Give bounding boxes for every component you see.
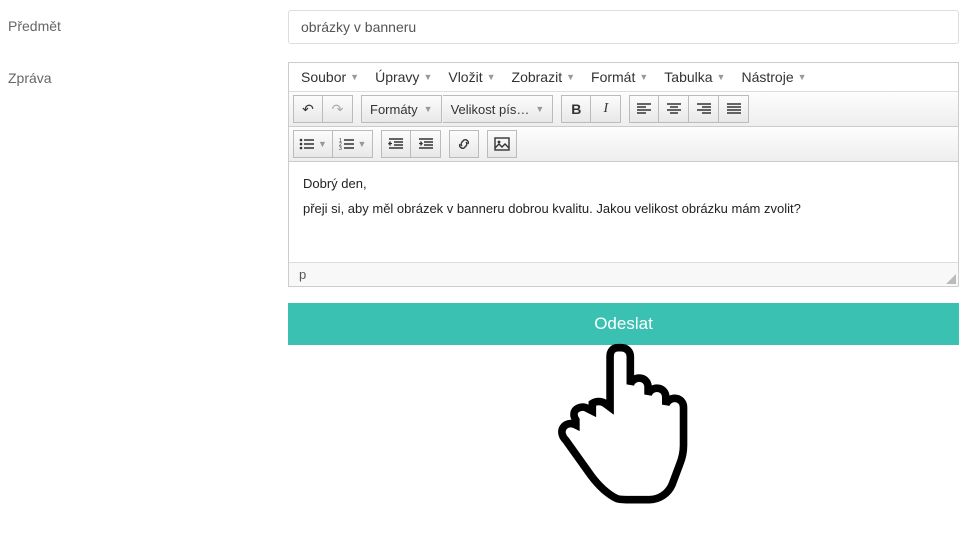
fontsize-dropdown[interactable]: Velikost pís…▼ — [443, 95, 554, 123]
align-center-icon — [666, 102, 682, 116]
menu-view[interactable]: Zobrazit▼ — [512, 69, 576, 85]
align-left-icon — [636, 102, 652, 116]
editor-menubar: Soubor▼ Úpravy▼ Vložit▼ Zobrazit▼ Formát… — [289, 63, 958, 92]
body-line: přeji si, aby měl obrázek v banneru dobr… — [303, 197, 944, 222]
indent-button[interactable] — [411, 130, 441, 158]
align-right-icon — [696, 102, 712, 116]
link-button[interactable] — [449, 130, 479, 158]
caret-down-icon: ▼ — [566, 72, 575, 82]
formats-dropdown[interactable]: Formáty▼ — [361, 95, 442, 123]
caret-down-icon: ▼ — [350, 72, 359, 82]
italic-icon: I — [603, 101, 608, 117]
link-icon — [456, 136, 472, 152]
svg-text:3: 3 — [339, 146, 342, 151]
menu-format[interactable]: Formát▼ — [591, 69, 648, 85]
menu-table[interactable]: Tabulka▼ — [664, 69, 725, 85]
indent-icon — [418, 137, 434, 151]
undo-icon: ↶ — [302, 101, 314, 118]
caret-down-icon: ▼ — [424, 104, 433, 114]
pointer-hand-icon — [544, 335, 704, 525]
body-line: Dobrý den, — [303, 172, 944, 197]
editor-toolbar-row-1: ↶ ↷ Formáty▼ Velikost pís…▼ B I — [289, 92, 958, 127]
caret-down-icon: ▼ — [535, 104, 544, 114]
outdent-icon — [388, 137, 404, 151]
subject-input[interactable] — [288, 10, 959, 44]
resize-handle-icon[interactable] — [946, 274, 956, 284]
caret-down-icon: ▼ — [318, 139, 327, 149]
align-justify-button[interactable] — [719, 95, 749, 123]
bullet-list-icon — [299, 137, 315, 151]
element-path[interactable]: p — [299, 267, 306, 282]
message-label: Zpráva — [8, 62, 288, 528]
align-right-button[interactable] — [689, 95, 719, 123]
align-justify-icon — [726, 102, 742, 116]
rich-text-editor: Soubor▼ Úpravy▼ Vložit▼ Zobrazit▼ Formát… — [288, 62, 959, 287]
message-row: Zpráva Soubor▼ Úpravy▼ Vložit▼ Zobrazit▼… — [8, 62, 959, 528]
menu-edit[interactable]: Úpravy▼ — [375, 69, 432, 85]
caret-down-icon: ▼ — [423, 72, 432, 82]
image-button[interactable] — [487, 130, 517, 158]
subject-row: Předmět — [8, 10, 959, 44]
align-center-button[interactable] — [659, 95, 689, 123]
caret-down-icon: ▼ — [798, 72, 807, 82]
italic-button[interactable]: I — [591, 95, 621, 123]
cursor-overlay — [288, 335, 959, 528]
editor-toolbar-row-2: ▼ 123 ▼ — [289, 127, 958, 162]
editor-statusbar: p — [289, 262, 958, 286]
number-list-button[interactable]: 123 ▼ — [333, 130, 373, 158]
menu-insert[interactable]: Vložit▼ — [448, 69, 495, 85]
number-list-icon: 123 — [339, 137, 355, 151]
caret-down-icon: ▼ — [358, 139, 367, 149]
menu-file[interactable]: Soubor▼ — [301, 69, 359, 85]
redo-button[interactable]: ↷ — [323, 95, 353, 123]
caret-down-icon: ▼ — [487, 72, 496, 82]
undo-button[interactable]: ↶ — [293, 95, 323, 123]
bullet-list-button[interactable]: ▼ — [293, 130, 333, 158]
align-left-button[interactable] — [629, 95, 659, 123]
bold-button[interactable]: B — [561, 95, 591, 123]
editor-content[interactable]: Dobrý den, přeji si, aby měl obrázek v b… — [289, 162, 958, 262]
image-icon — [494, 137, 510, 151]
outdent-button[interactable] — [381, 130, 411, 158]
bold-icon: B — [571, 101, 581, 117]
redo-icon: ↷ — [332, 101, 344, 118]
subject-label: Předmět — [8, 10, 288, 44]
menu-tools[interactable]: Nástroje▼ — [741, 69, 806, 85]
caret-down-icon: ▼ — [717, 72, 726, 82]
caret-down-icon: ▼ — [639, 72, 648, 82]
